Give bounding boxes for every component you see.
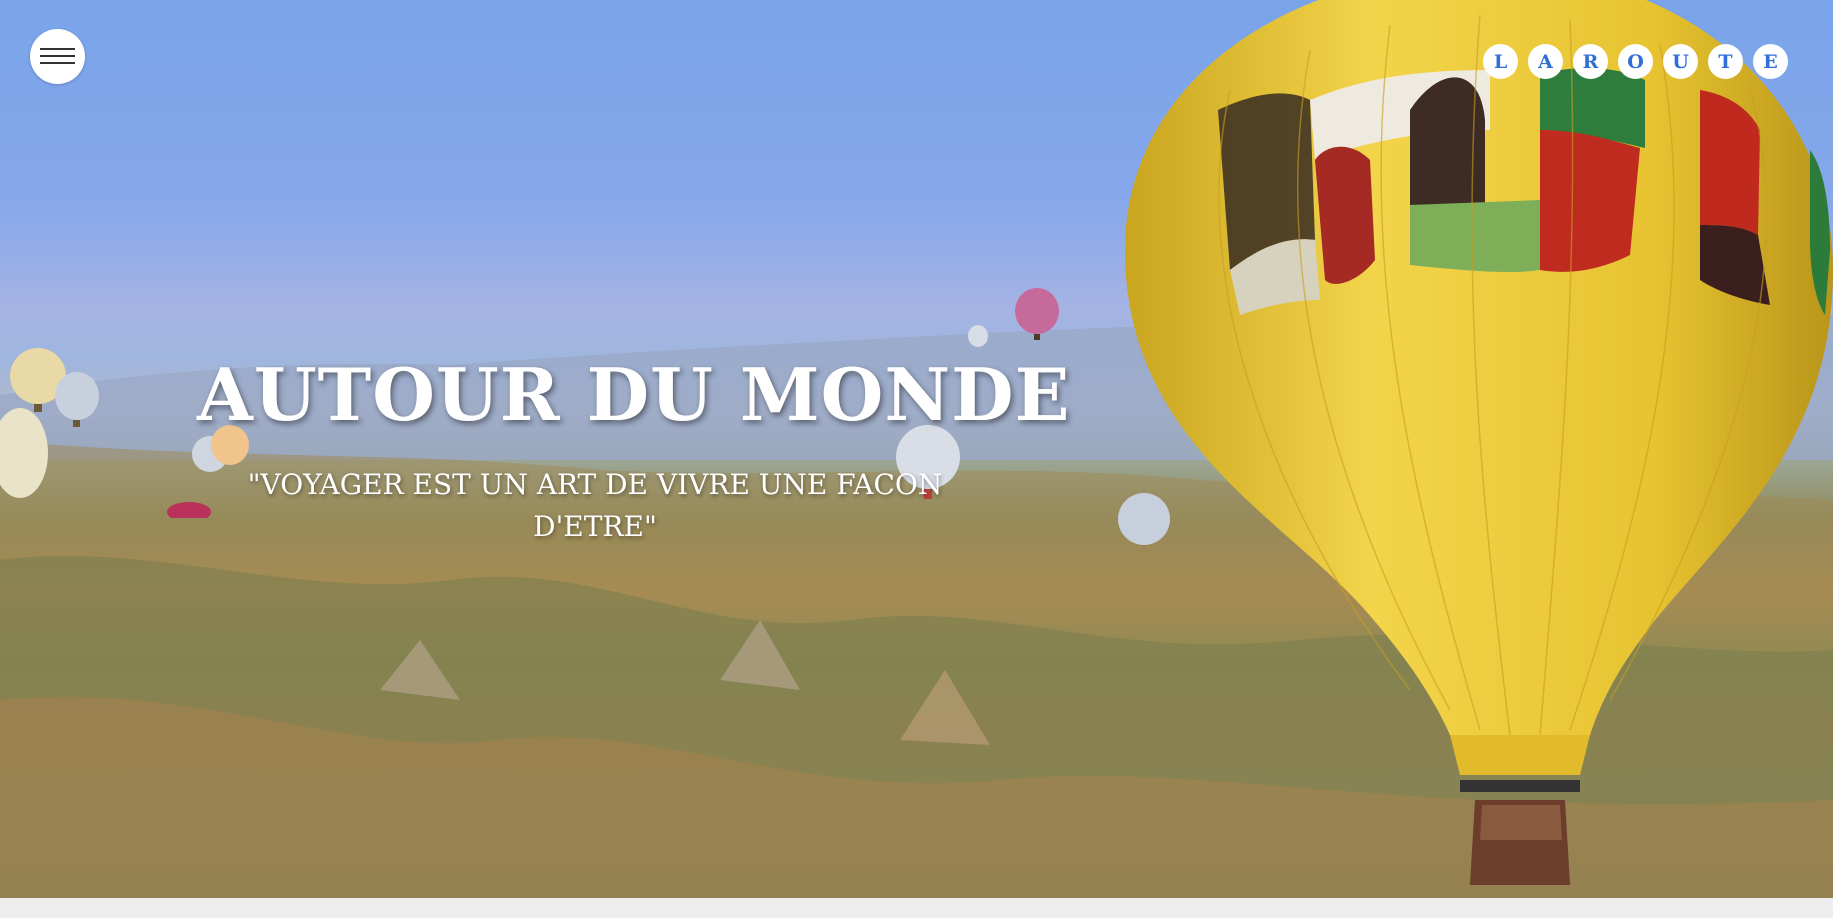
logo-letter: L [1483,44,1518,79]
yellow-balloon-image [1125,0,1833,885]
hero-subtitle: "VOYAGER EST UN ART DE VIVRE UNE FACON D… [247,468,943,543]
menu-line [40,62,75,64]
logo-letter: U [1663,44,1698,79]
small-balloon [167,502,211,518]
small-balloon [0,408,48,498]
logo-letter: A [1528,44,1563,79]
small-balloon [1015,288,1059,340]
small-balloon [968,325,988,347]
logo-letter: E [1753,44,1788,79]
menu-line [40,48,75,50]
menu-line [40,55,75,57]
page-bottom-strip [0,898,1833,918]
site-logo[interactable]: L A R O U T E [1483,44,1788,79]
hamburger-menu-icon[interactable] [30,29,85,84]
small-balloon [55,372,99,427]
logo-letter: T [1708,44,1743,79]
logo-letter: R [1573,44,1608,79]
logo-letter: O [1618,44,1653,79]
hero-title: AUTOUR DU MONDE [197,352,1071,437]
hero-section: L A R O U T E AUTOUR DU MONDE "VOYAGER E… [0,0,1833,898]
